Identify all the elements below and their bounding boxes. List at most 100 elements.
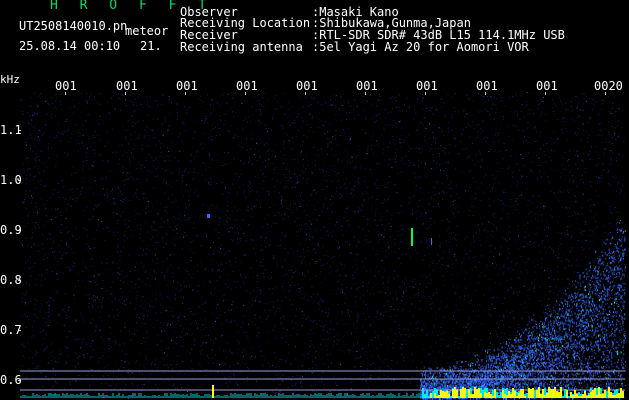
noise-pixel bbox=[303, 134, 305, 136]
noise-pixel bbox=[457, 347, 459, 349]
noise-pixel bbox=[559, 353, 561, 355]
noise-pixel bbox=[316, 275, 318, 277]
noise-pixel bbox=[316, 261, 318, 263]
noise-pixel bbox=[138, 316, 140, 318]
noise-pixel bbox=[183, 123, 185, 125]
noise-pixel bbox=[36, 211, 38, 213]
noise-pixel bbox=[565, 258, 567, 260]
noise-pixel bbox=[221, 394, 222, 396]
noise-pixel bbox=[248, 115, 250, 117]
noise-pixel bbox=[490, 149, 492, 151]
noise-pixel bbox=[592, 158, 593, 160]
noise-pixel bbox=[389, 124, 391, 126]
noise-pixel bbox=[333, 154, 335, 156]
noise-pixel bbox=[329, 96, 331, 98]
noise-pixel bbox=[153, 160, 155, 161]
noise-pixel bbox=[265, 153, 266, 154]
noise-pixel bbox=[81, 129, 83, 131]
noise-pixel bbox=[396, 149, 398, 151]
noise-pixel bbox=[154, 223, 156, 225]
noise-pixel bbox=[275, 211, 277, 213]
noise-pixel bbox=[441, 220, 443, 221]
noise-pixel bbox=[425, 127, 427, 129]
noise-pixel bbox=[26, 178, 27, 179]
noise-pixel bbox=[606, 385, 608, 387]
noise-pixel bbox=[64, 388, 65, 390]
noise-pixel bbox=[568, 386, 570, 388]
noise-pixel bbox=[467, 330, 469, 332]
noise-pixel bbox=[515, 126, 517, 128]
noise-pixel bbox=[352, 196, 354, 198]
noise-pixel bbox=[581, 175, 583, 176]
noise-pixel bbox=[587, 366, 589, 368]
noise-pixel bbox=[522, 245, 524, 247]
noise-pixel bbox=[570, 393, 572, 395]
noise-pixel bbox=[185, 262, 187, 264]
noise-pixel bbox=[258, 332, 260, 334]
noise-pixel bbox=[396, 106, 397, 108]
noise-pixel bbox=[255, 252, 257, 254]
noise-pixel bbox=[496, 98, 498, 100]
noise-pixel bbox=[555, 313, 557, 315]
noise-pixel bbox=[597, 295, 599, 297]
noise-pixel bbox=[437, 181, 439, 183]
noise-pixel bbox=[267, 330, 269, 332]
noise-pixel bbox=[118, 267, 120, 269]
noise-pixel bbox=[55, 155, 57, 156]
noise-pixel bbox=[621, 342, 622, 344]
noise-pixel bbox=[53, 241, 55, 243]
noise-pixel bbox=[346, 286, 348, 288]
noise-pixel bbox=[57, 183, 59, 185]
noise-pixel bbox=[392, 359, 394, 361]
noise-pixel bbox=[347, 393, 348, 395]
noise-pixel bbox=[312, 237, 314, 239]
noise-pixel bbox=[188, 204, 190, 206]
noise-pixel bbox=[458, 386, 459, 388]
noise-pixel bbox=[441, 375, 443, 377]
noise-pixel bbox=[521, 194, 523, 196]
noise-pixel bbox=[254, 148, 256, 150]
noise-pixel bbox=[167, 147, 168, 148]
noise-pixel bbox=[481, 323, 483, 325]
noise-pixel bbox=[45, 333, 47, 335]
noise-pixel bbox=[49, 378, 51, 380]
noise-pixel bbox=[293, 122, 295, 124]
noise-pixel bbox=[136, 297, 138, 299]
noise-pixel bbox=[468, 99, 470, 101]
noise-pixel bbox=[390, 329, 392, 331]
noise-pixel bbox=[185, 334, 186, 336]
noise-pixel bbox=[64, 391, 66, 393]
noise-pixel bbox=[239, 239, 241, 241]
noise-pixel bbox=[182, 174, 184, 176]
noise-pixel bbox=[212, 124, 213, 126]
noise-pixel bbox=[295, 187, 297, 188]
noise-pixel bbox=[447, 131, 449, 133]
noise-pixel bbox=[76, 239, 78, 240]
noise-pixel bbox=[212, 269, 214, 271]
noise-pixel bbox=[97, 204, 99, 206]
noise-pixel bbox=[103, 145, 105, 147]
noise-pixel bbox=[282, 218, 284, 220]
noise-pixel bbox=[564, 356, 566, 358]
noise-pixel bbox=[67, 141, 69, 142]
noise-pixel bbox=[295, 271, 297, 273]
noise-pixel bbox=[241, 129, 243, 131]
noise-pixel bbox=[322, 188, 324, 190]
noise-pixel bbox=[508, 135, 510, 137]
noise-pixel bbox=[241, 351, 243, 353]
noise-pixel bbox=[201, 101, 203, 103]
noise-pixel bbox=[327, 255, 329, 257]
noise-pixel bbox=[202, 148, 204, 150]
noise-pixel bbox=[344, 211, 346, 213]
noise-pixel bbox=[378, 145, 380, 147]
noise-pixel bbox=[505, 310, 507, 312]
noise-pixel bbox=[105, 290, 107, 292]
noise-pixel bbox=[306, 136, 308, 138]
noise-pixel bbox=[589, 269, 591, 271]
noise-pixel bbox=[294, 346, 296, 348]
noise-pixel bbox=[327, 143, 329, 145]
noise-pixel bbox=[503, 316, 505, 318]
noise-pixel bbox=[583, 355, 585, 357]
noise-pixel bbox=[445, 161, 447, 163]
noise-pixel bbox=[567, 278, 569, 280]
